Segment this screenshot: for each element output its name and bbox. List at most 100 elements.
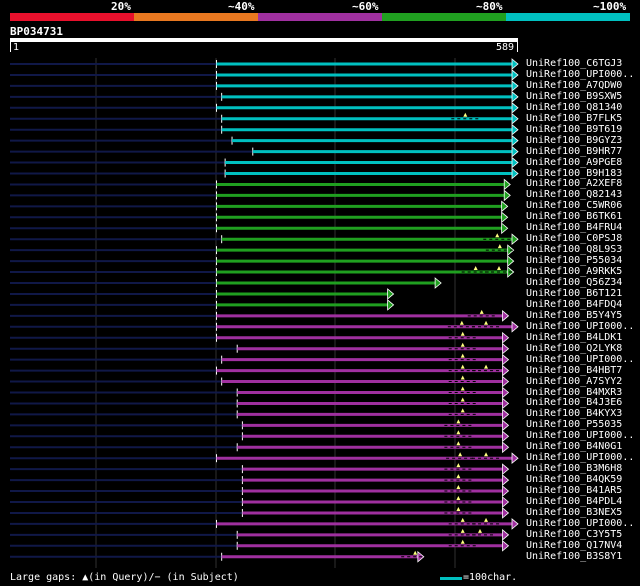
hit-label[interactable]: UniRef100_B4QK59 <box>526 474 622 485</box>
query-gap-marker <box>497 244 502 249</box>
hit-label[interactable]: UniRef100_B5Y4Y5 <box>526 310 622 321</box>
hit-label[interactable]: UniRef100_B4PDL4 <box>526 496 622 507</box>
hit-label[interactable]: UniRef100_UPI000.. <box>526 69 634 80</box>
hit-label[interactable]: UniRef100_UPI000.. <box>526 354 634 365</box>
scale-bar <box>440 577 462 580</box>
hit-arrowhead <box>511 452 519 465</box>
hit-label[interactable]: UniRef100_B4J3E6 <box>526 397 622 408</box>
query-gap-marker <box>456 474 461 479</box>
hit-arrowhead <box>434 277 442 289</box>
hit-arrowhead <box>511 518 519 530</box>
query-gap-marker <box>456 419 461 424</box>
hit-arrowhead <box>501 211 509 224</box>
hit-label[interactable]: UniRef100_UPI000.. <box>526 452 634 463</box>
query-gap-marker <box>495 233 500 238</box>
query-gap-marker <box>456 496 461 500</box>
hit-arrowhead <box>511 69 519 81</box>
hit-arrowhead <box>502 331 510 344</box>
hit-label[interactable]: UniRef100_B4FRU4 <box>526 222 622 233</box>
hit-arrowhead <box>501 200 509 213</box>
legend-label: ~80% <box>476 0 503 13</box>
hit-label[interactable]: UniRef100_B9SXW5 <box>526 91 622 102</box>
query-gap-marker <box>479 309 484 314</box>
query-gap-marker <box>460 386 465 391</box>
hit-arrowhead <box>502 474 510 486</box>
hit-label[interactable]: UniRef100_B9T619 <box>526 124 622 135</box>
query-gap-marker <box>477 528 482 533</box>
hit-label[interactable]: UniRef100_B4N0G1 <box>526 441 622 452</box>
hit-label[interactable]: UniRef100_B4FDQ4 <box>526 299 622 310</box>
hit-label[interactable]: UniRef100_Q2LYK8 <box>526 343 622 354</box>
hit-label[interactable]: UniRef100_Q17NV4 <box>526 540 622 551</box>
hit-arrowhead <box>502 507 510 519</box>
query-gap-marker <box>460 397 465 402</box>
hit-label[interactable]: UniRef100_B4MXR3 <box>526 387 622 398</box>
query-gap-marker <box>460 353 465 358</box>
hit-label[interactable]: UniRef100_B4LDK1 <box>526 332 622 343</box>
legend-label: 20% <box>111 0 131 13</box>
hit-label[interactable]: UniRef100_A7SYY2 <box>526 376 622 387</box>
hit-label[interactable]: UniRef100_A9RKK5 <box>526 266 622 277</box>
query-gap-marker <box>456 506 461 511</box>
hit-arrowhead <box>502 353 510 366</box>
hit-label[interactable]: UniRef100_B3S8Y1 <box>526 551 622 562</box>
hit-label[interactable]: UniRef100_B6TK61 <box>526 211 622 222</box>
hit-label[interactable]: UniRef100_P55035 <box>526 419 622 430</box>
hit-arrowhead <box>511 112 519 125</box>
hit-arrowhead <box>511 156 519 169</box>
hit-arrowhead <box>502 408 510 421</box>
hit-arrowhead <box>387 288 395 300</box>
hit-label[interactable]: UniRef100_B4HBT7 <box>526 365 622 376</box>
query-gap-marker <box>484 517 489 522</box>
hit-label[interactable]: UniRef100_A7QDW0 <box>526 80 622 91</box>
hit-arrowhead <box>502 386 510 399</box>
hit-label[interactable]: UniRef100_C0PSJ8 <box>526 233 622 244</box>
hit-label[interactable]: UniRef100_UPI000.. <box>526 430 634 441</box>
query-gap-marker <box>460 364 465 369</box>
query-gap-marker <box>458 452 463 457</box>
query-gap-marker <box>459 320 464 325</box>
hit-arrowhead <box>511 90 519 103</box>
hit-label[interactable]: UniRef100_Q82143 <box>526 189 622 200</box>
hit-arrowhead <box>511 320 519 333</box>
hit-label[interactable]: UniRef100_B3M6H8 <box>526 463 622 474</box>
hit-label[interactable]: UniRef100_Q8L9S3 <box>526 244 622 255</box>
hit-label[interactable]: UniRef100_A9PGE8 <box>526 157 622 168</box>
hit-label[interactable]: UniRef100_UPI000.. <box>526 321 634 332</box>
hit-label[interactable]: UniRef100_C5WR06 <box>526 200 622 211</box>
hit-label[interactable]: UniRef100_UPI000.. <box>526 518 634 529</box>
hit-label[interactable]: UniRef100_A2XEF8 <box>526 178 622 189</box>
hit-label[interactable]: UniRef100_C6TGJ3 <box>526 58 622 69</box>
hit-label[interactable]: UniRef100_B9H183 <box>526 168 622 179</box>
hit-label[interactable]: UniRef100_B7FLK5 <box>526 113 622 124</box>
hit-label[interactable]: UniRef100_Q81340 <box>526 102 622 113</box>
hit-label[interactable]: UniRef100_B9HR77 <box>526 146 622 157</box>
hit-arrowhead <box>502 342 510 355</box>
query-gap-marker <box>456 463 461 468</box>
hit-arrowhead <box>502 463 510 476</box>
hit-arrowhead <box>511 58 519 70</box>
hit-label[interactable]: UniRef100_B9GYZ3 <box>526 135 622 146</box>
legend-label: ~100% <box>593 0 627 13</box>
hit-arrowhead <box>502 397 510 410</box>
hit-arrowhead <box>507 255 515 267</box>
query-gap-marker <box>484 320 489 325</box>
query-gap-marker <box>456 441 461 446</box>
hit-arrowhead <box>503 178 511 191</box>
query-gap-marker <box>456 485 461 490</box>
hit-label[interactable]: UniRef100_Q56Z34 <box>526 277 622 288</box>
hit-arrowhead <box>511 145 519 158</box>
hit-arrowhead <box>503 189 511 202</box>
query-gap-marker <box>460 517 465 522</box>
hit-label[interactable]: UniRef100_P55034 <box>526 255 622 266</box>
query-gap-marker <box>496 266 501 271</box>
hit-arrowhead <box>502 419 510 432</box>
hit-label[interactable]: UniRef100_B4KYX3 <box>526 408 622 419</box>
hit-label[interactable]: UniRef100_C3Y5T5 <box>526 529 622 540</box>
hit-label[interactable]: UniRef100_B41AR5 <box>526 485 622 496</box>
legend-label: ~40% <box>228 0 255 13</box>
query-gap-marker <box>460 375 465 380</box>
query-gap-marker <box>484 364 489 369</box>
hit-label[interactable]: UniRef100_B6T121 <box>526 288 622 299</box>
hit-label[interactable]: UniRef100_B3NEX5 <box>526 507 622 518</box>
